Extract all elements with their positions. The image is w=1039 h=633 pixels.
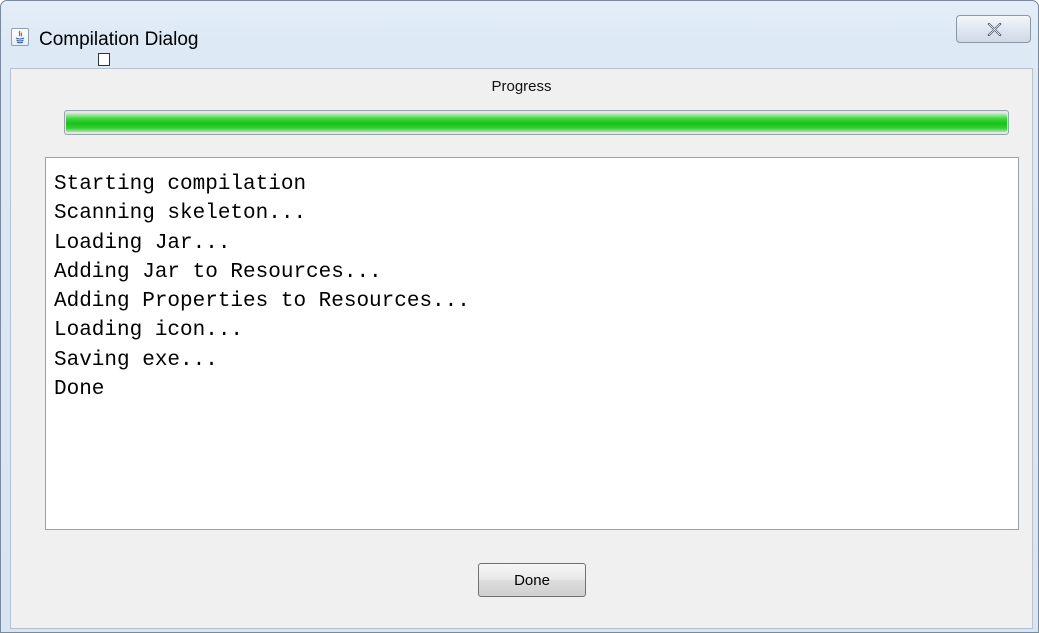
mouse-cursor-box [98, 53, 110, 66]
dialog-content: Progress Starting compilation Scanning s… [10, 68, 1033, 629]
java-icon[interactable] [11, 28, 29, 46]
log-line: Starting compilation [54, 173, 307, 196]
title-bar[interactable]: Compilation Dialog [1, 1, 1039, 50]
progress-bar [64, 110, 1009, 135]
log-line: Saving exe... [54, 348, 218, 372]
progress-bar-fill [66, 113, 1007, 132]
window-title: Compilation Dialog [39, 29, 199, 50]
log-line: Done [54, 378, 105, 402]
done-button[interactable]: Done [478, 563, 586, 597]
log-line: Loading icon... [54, 319, 244, 343]
log-line: Adding Properties to Resources... [54, 290, 470, 314]
log-line: Loading Jar... [54, 231, 231, 255]
close-button[interactable] [956, 15, 1031, 43]
log-line: Scanning skeleton... [54, 202, 307, 226]
dialog-window: Compilation Dialog Progress Starting com… [0, 0, 1039, 633]
compilation-log[interactable]: Starting compilation Scanning skeleton..… [45, 157, 1019, 530]
progress-label: Progress [491, 78, 552, 95]
close-icon [987, 23, 1002, 36]
log-line: Adding Jar to Resources... [54, 260, 382, 284]
